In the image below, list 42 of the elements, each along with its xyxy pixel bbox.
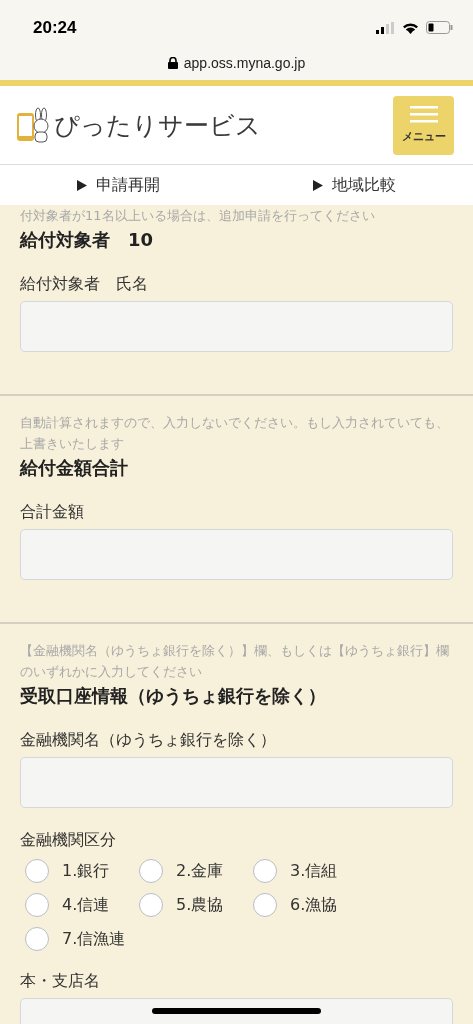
- wifi-icon: [402, 21, 419, 34]
- hint-text: 付対象者が11名以上いる場合は、追加申請を行ってください: [20, 207, 376, 225]
- section-title: 給付金額合計: [20, 456, 129, 480]
- triangle-icon: [313, 179, 324, 191]
- triangle-icon: [76, 179, 87, 191]
- hint-text: 【金融機関名（ゆうちょ銀行を除く）】欄、もしくは【ゆうちょ銀行】欄のいずれかに入力してください: [20, 642, 450, 681]
- url-text: app.oss.myna.go.jp: [183, 55, 306, 71]
- radio-label: 5.農協: [176, 894, 224, 916]
- radio-button[interactable]: [25, 859, 49, 883]
- field-label: 金融機関名（ゆうちょ銀行を除く）: [20, 730, 277, 751]
- radio-button[interactable]: [139, 893, 163, 917]
- section-title: 受取口座情報（ゆうちょ銀行を除く）: [20, 684, 327, 708]
- field-label: 本・支店名: [20, 971, 101, 992]
- nav-link[interactable]: 地域比較: [236, 174, 473, 196]
- radio-button[interactable]: [25, 893, 49, 917]
- radio-label: 3.信組: [290, 860, 338, 882]
- field-label: 金融機関区分: [20, 830, 117, 851]
- radio-button[interactable]: [25, 927, 49, 951]
- hint-text: 自動計算されますので、入力しないでください。もし入力されていても、上書きいたします: [20, 414, 450, 453]
- radio-label: 4.信連: [62, 894, 110, 916]
- clock: 20:24: [33, 17, 77, 38]
- field-label: 合計金額: [20, 502, 85, 523]
- input-field[interactable]: [20, 301, 453, 352]
- menu-button[interactable]: メニュー: [393, 95, 454, 155]
- radio-label: 1.銀行: [62, 860, 110, 882]
- radio-button[interactable]: [253, 859, 277, 883]
- site-title: ぴったりサービス: [54, 109, 261, 142]
- radio-label: 6.漁協: [290, 894, 338, 916]
- input-field[interactable]: [20, 757, 453, 808]
- menu-icon: [409, 106, 438, 123]
- section-title: 給付対象者 10: [20, 228, 155, 252]
- input-field[interactable]: [20, 529, 453, 580]
- radio-label: 2.金庫: [176, 860, 224, 882]
- signal-icon: [376, 21, 395, 34]
- lock-icon: [167, 57, 178, 69]
- radio-label: 7.信漁連: [62, 928, 126, 950]
- radio-button[interactable]: [253, 893, 277, 917]
- field-label: 給付対象者 氏名: [20, 274, 149, 295]
- rabbit-phone-logo-icon: [16, 107, 50, 143]
- battery-icon: [426, 21, 453, 34]
- nav-link[interactable]: 申請再開: [0, 174, 237, 196]
- radio-button[interactable]: [139, 859, 163, 883]
